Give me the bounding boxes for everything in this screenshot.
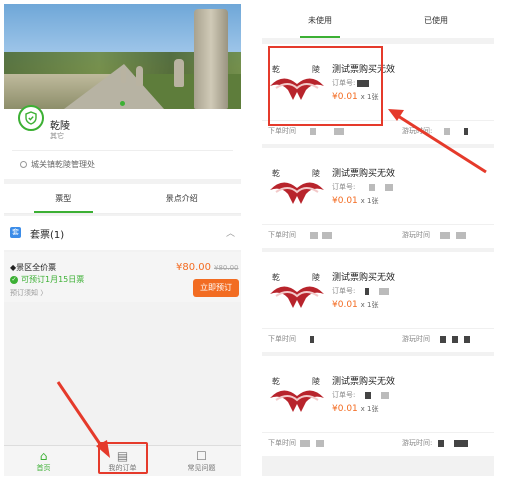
play-time: 游玩时间 bbox=[402, 334, 470, 344]
order-title: 测试票购买无效 bbox=[332, 273, 396, 283]
tab-unused[interactable]: 未使用 bbox=[262, 4, 378, 38]
play-time: 游玩时间: bbox=[402, 438, 469, 448]
svg-text:陵: 陵 bbox=[312, 169, 320, 178]
svg-text:陵: 陵 bbox=[312, 273, 320, 282]
order-card[interactable]: 乾陵 测试票购买无效 订单号: ¥0.01 x 1张 下单时间 游玩时间 bbox=[262, 148, 494, 248]
order-id: 订单号: bbox=[332, 286, 390, 296]
availability: ✓ 可预订1月15日票 bbox=[10, 274, 84, 285]
ticket-item: ◆景区全价票 ✓ 可预订1月15日票 预订须知 〉 ¥80.00 ¥80.00 … bbox=[4, 252, 241, 302]
tab-ticket-type[interactable]: 票型 bbox=[4, 184, 123, 213]
package-header[interactable]: 套 套票(1) ︿ bbox=[4, 216, 241, 250]
play-time: 游玩时间 bbox=[402, 230, 466, 240]
chevron-up-icon[interactable]: ︿ bbox=[226, 226, 235, 239]
tab-attraction-intro[interactable]: 景点介绍 bbox=[123, 184, 242, 213]
nav-home[interactable]: ⌂ 首页 bbox=[4, 446, 83, 476]
order-price: ¥0.01 x 1张 bbox=[332, 404, 379, 414]
annotation-box-orders-nav bbox=[98, 442, 148, 474]
qianling-logo-icon: 乾陵 bbox=[270, 168, 324, 204]
order-price: ¥0.01 x 1张 bbox=[332, 300, 379, 310]
order-time: 下单时间 bbox=[268, 126, 344, 136]
package-name: 套票(1) bbox=[30, 230, 65, 241]
svg-text:乾: 乾 bbox=[272, 376, 280, 386]
ticket-name: ◆景区全价票 bbox=[10, 263, 57, 272]
tab-used[interactable]: 已使用 bbox=[378, 4, 494, 38]
qianling-logo-icon: 乾陵 bbox=[270, 376, 324, 412]
order-id: 订单号: bbox=[332, 182, 394, 192]
location-row[interactable]: 城关镇乾陵管理处 bbox=[20, 159, 95, 170]
hero-photo bbox=[4, 4, 241, 109]
qianling-logo-icon: 乾陵 bbox=[270, 272, 324, 308]
order-price: ¥0.01 x 1张 bbox=[332, 196, 379, 206]
divider bbox=[12, 150, 233, 151]
chat-icon: ☐ bbox=[196, 449, 207, 463]
availability-text: 可预订1月15日票 bbox=[21, 275, 85, 284]
home-icon: ⌂ bbox=[39, 449, 48, 463]
order-tabs: 未使用 已使用 bbox=[262, 4, 494, 38]
ticket-original-price: ¥80.00 bbox=[214, 264, 239, 272]
svg-text:陵: 陵 bbox=[312, 377, 320, 386]
order-id: 订单号: bbox=[332, 390, 390, 400]
order-card[interactable]: 乾陵 测试票购买无效 订单号: ¥0.01 x 1张 下单时间 游玩时间: bbox=[262, 356, 494, 456]
play-time: 游玩时间: bbox=[402, 126, 469, 136]
book-now-button[interactable]: 立即预订 bbox=[193, 279, 239, 297]
order-title: 测试票购买无效 bbox=[332, 169, 396, 179]
order-time: 下单时间 bbox=[268, 334, 314, 344]
package-icon: 套 bbox=[10, 227, 21, 238]
nav-home-label: 首页 bbox=[36, 464, 51, 472]
shield-icon bbox=[18, 105, 44, 131]
ticket-price: ¥80.00 bbox=[176, 262, 211, 273]
order-time: 下单时间 bbox=[268, 438, 324, 448]
order-time: 下单时间 bbox=[268, 230, 332, 240]
scenic-detail-screen: 乾陵 其它 城关镇乾陵管理处 票型 景点介绍 套 套票(1) ︿ ◆景区全价票 … bbox=[4, 4, 241, 476]
location-pin-icon bbox=[20, 161, 27, 168]
site-info: 乾陵 其它 城关镇乾陵管理处 bbox=[4, 105, 241, 179]
site-category: 其它 bbox=[50, 132, 64, 140]
location-text: 城关镇乾陵管理处 bbox=[31, 160, 95, 169]
nav-faq-label: 常见问题 bbox=[187, 464, 216, 472]
order-title: 测试票购买无效 bbox=[332, 377, 396, 387]
svg-text:乾: 乾 bbox=[272, 168, 280, 178]
annotation-box-order-card bbox=[268, 46, 383, 126]
svg-text:乾: 乾 bbox=[272, 272, 280, 282]
check-icon: ✓ bbox=[10, 275, 18, 284]
order-card[interactable]: 乾陵 测试票购买无效 订单号: ¥0.01 x 1张 下单时间 游玩时间 bbox=[262, 252, 494, 352]
site-name: 乾陵 bbox=[50, 121, 70, 132]
detail-tabs: 票型 景点介绍 bbox=[4, 184, 241, 214]
nav-faq[interactable]: ☐ 常见问题 bbox=[162, 446, 241, 476]
booking-notes-link[interactable]: 预订须知 〉 bbox=[10, 288, 47, 298]
carousel-indicator[interactable] bbox=[120, 101, 125, 106]
